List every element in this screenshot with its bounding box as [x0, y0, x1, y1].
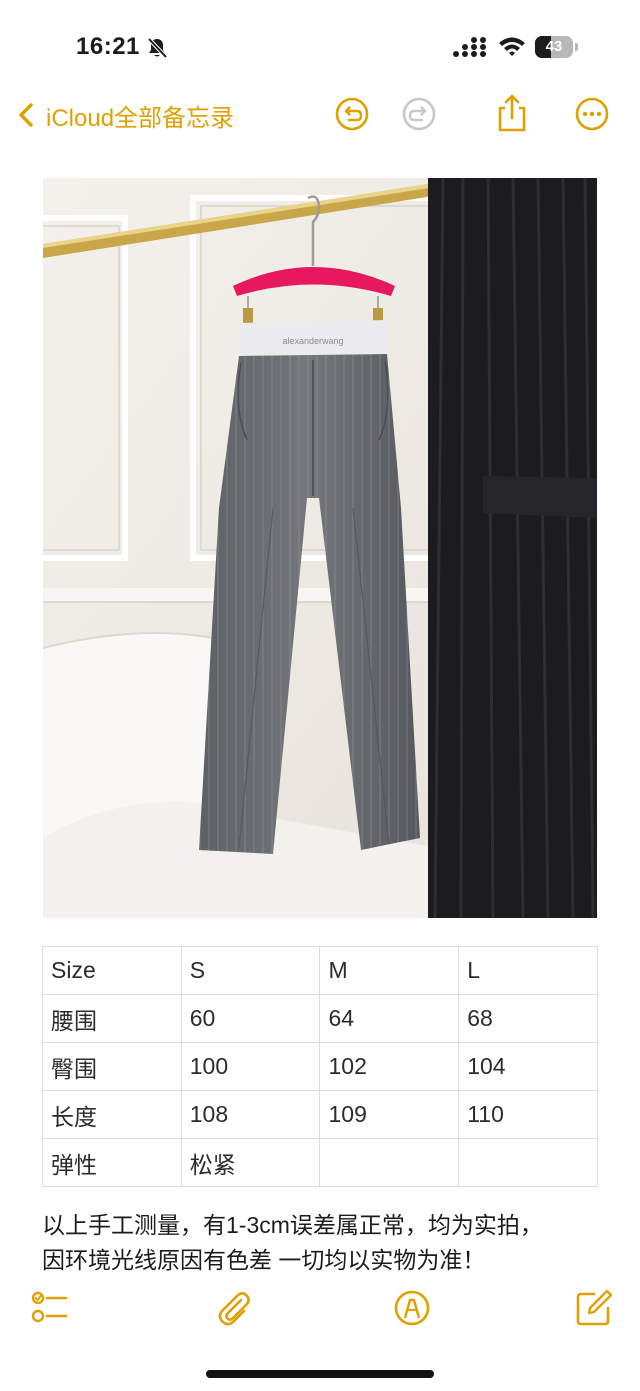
table-cell[interactable]: 110 — [458, 1090, 598, 1139]
share-icon[interactable] — [493, 93, 531, 133]
status-time: 16:21 — [76, 33, 140, 60]
status-bar: 16:21 43 — [0, 0, 640, 90]
table-cell[interactable]: M — [319, 946, 460, 995]
table-row: 臀围 100 102 104 — [42, 1042, 598, 1091]
table-cell[interactable]: 108 — [180, 1090, 321, 1139]
table-cell[interactable]: 104 — [458, 1042, 598, 1091]
bell-slash-icon — [147, 37, 168, 59]
table-row: 腰围 60 64 68 — [42, 994, 598, 1043]
note-photo[interactable]: alexanderwang — [43, 178, 597, 918]
table-cell[interactable]: Size — [42, 946, 182, 995]
table-cell[interactable]: 弹性 — [42, 1138, 182, 1187]
table-cell[interactable] — [319, 1138, 460, 1187]
redo-icon[interactable] — [401, 96, 437, 132]
table-cell[interactable]: 臀围 — [42, 1042, 182, 1091]
table-cell[interactable]: 60 — [180, 994, 321, 1043]
cellular-signal-icon — [453, 37, 486, 57]
paperclip-icon[interactable] — [214, 1288, 254, 1328]
table-cell[interactable]: 109 — [319, 1090, 460, 1139]
wifi-icon — [499, 37, 525, 56]
chevron-left-icon — [19, 103, 33, 127]
home-indicator[interactable] — [206, 1370, 434, 1378]
undo-icon[interactable] — [334, 96, 370, 132]
note-line: 因环境光线原因有色差 一切均以实物为准！ — [42, 1247, 486, 1273]
table-row: 弹性 松紧 — [42, 1138, 598, 1187]
table-cell[interactable]: L — [458, 946, 598, 995]
table-cell[interactable]: 松紧 — [180, 1138, 321, 1187]
table-row: 长度 108 109 110 — [42, 1090, 598, 1139]
back-button[interactable]: iCloud全部备忘录 — [18, 98, 234, 132]
waistband-label: alexanderwang — [282, 336, 343, 346]
table-row: Size S M L — [42, 946, 598, 995]
more-icon[interactable] — [574, 96, 610, 132]
bottom-toolbar — [0, 1288, 640, 1334]
battery-icon: 43 — [535, 36, 579, 58]
table-cell[interactable]: 腰围 — [42, 994, 182, 1043]
table-cell[interactable]: 68 — [458, 994, 598, 1043]
compose-icon[interactable] — [574, 1288, 614, 1328]
table-cell[interactable]: 64 — [319, 994, 460, 1043]
note-body-text[interactable]: 以上手工测量，有1-3cm误差属正常，均为实拍， 因环境光线原因有色差 一切均以… — [42, 1208, 602, 1278]
table-cell[interactable]: 100 — [180, 1042, 321, 1091]
checklist-icon[interactable] — [30, 1288, 70, 1328]
battery-level: 43 — [545, 38, 563, 55]
markup-pen-icon[interactable] — [392, 1288, 432, 1328]
table-cell[interactable] — [458, 1138, 598, 1187]
table-cell[interactable]: S — [180, 946, 321, 995]
navigation-bar: iCloud全部备忘录 — [0, 90, 640, 140]
photo-image: alexanderwang — [43, 178, 597, 918]
back-label: iCloud全部备忘录 — [46, 104, 235, 132]
size-table[interactable]: Size S M L 腰围 60 64 68 臀围 100 102 104 长度 108 109 110 弹性松… — [42, 946, 598, 1187]
table-cell[interactable]: 102 — [319, 1042, 460, 1091]
table-cell[interactable]: 长度 — [42, 1090, 182, 1139]
note-line: 以上手工测量，有1-3cm误差属正常，均为实拍， — [42, 1212, 543, 1238]
